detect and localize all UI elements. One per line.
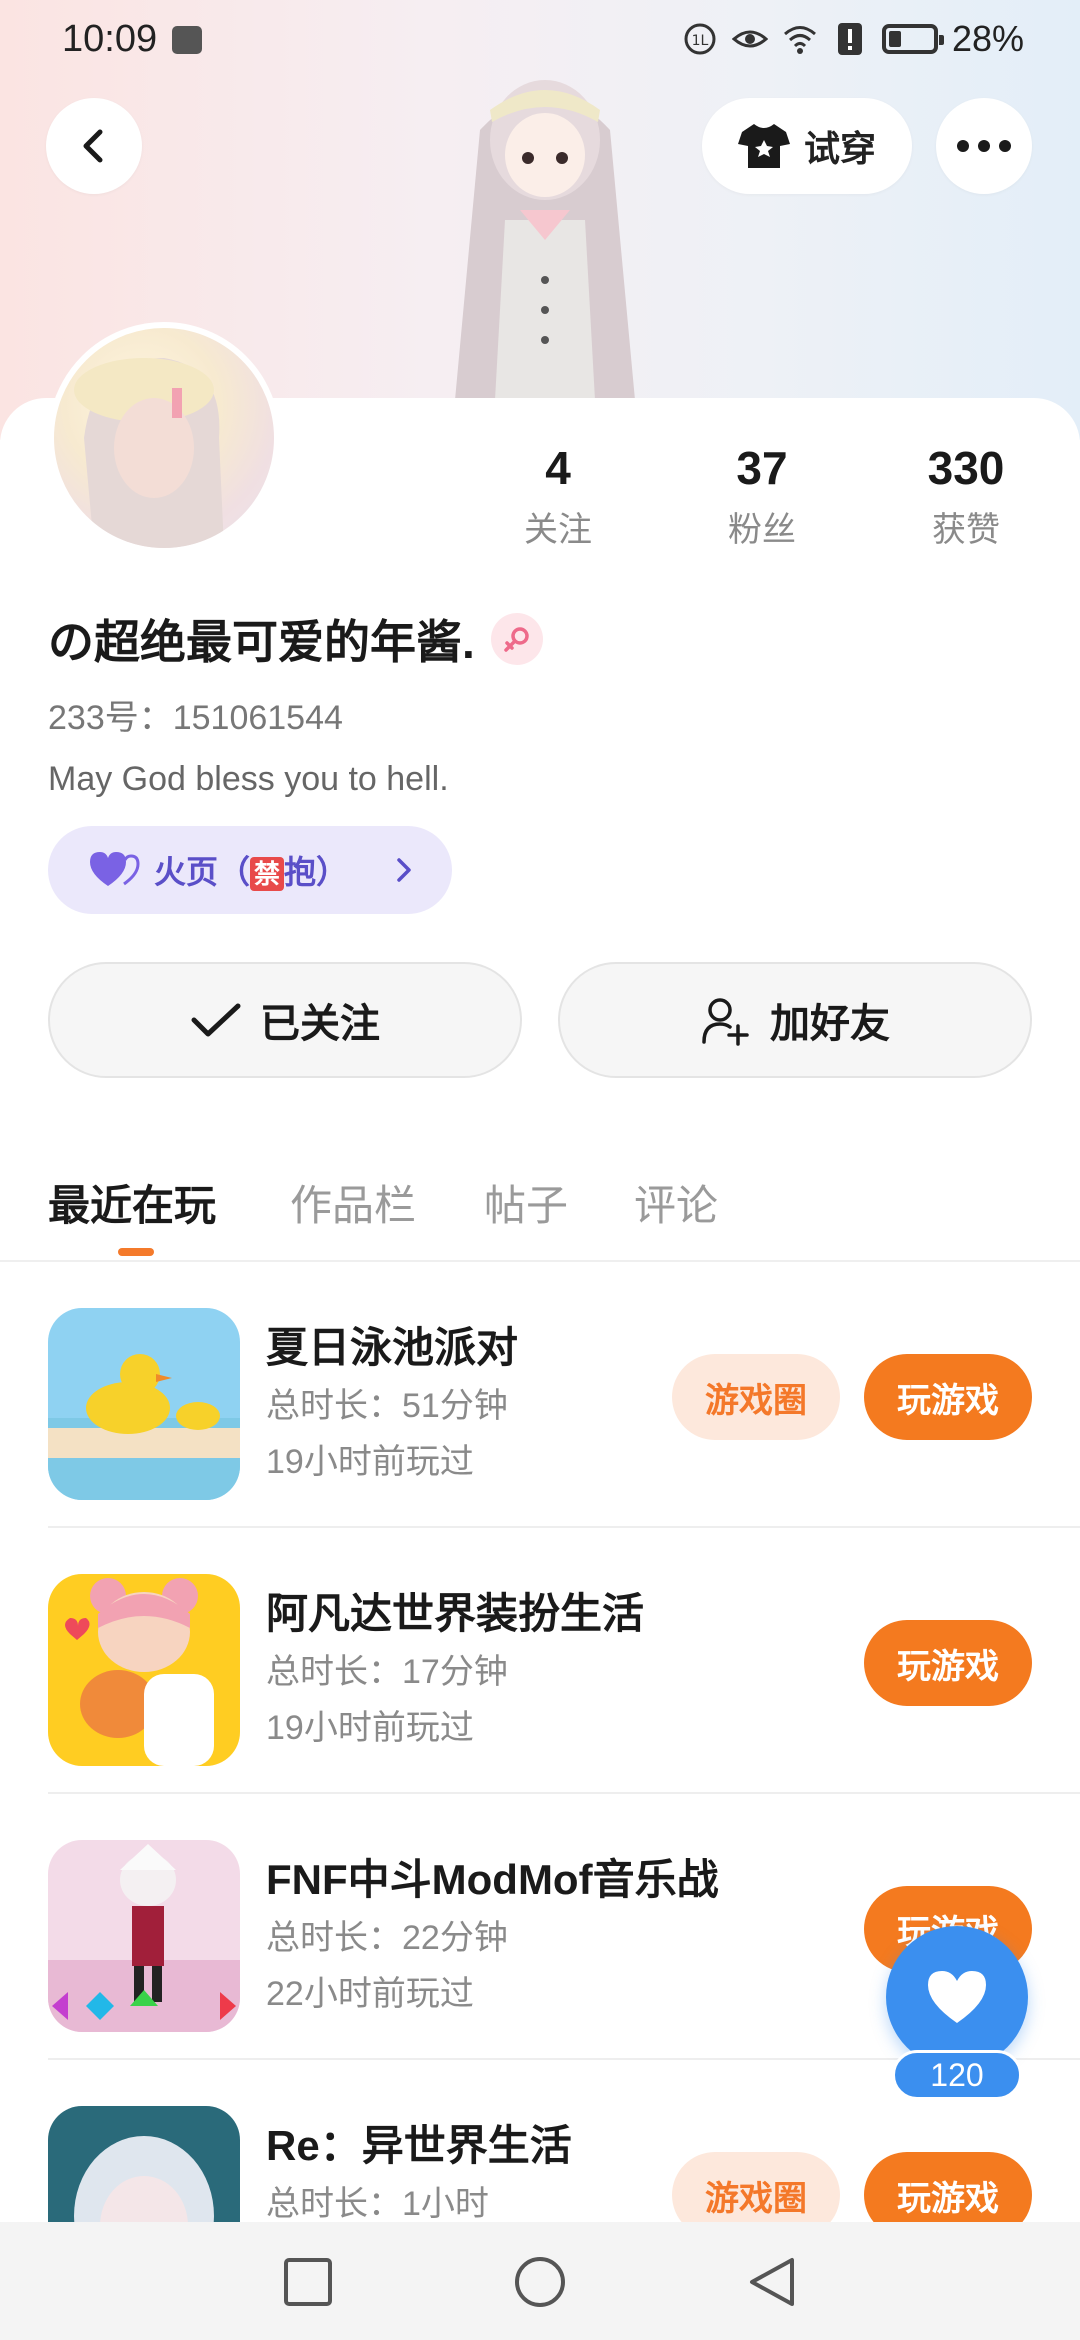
game-duration: 总时长：51分钟 bbox=[266, 1387, 508, 1425]
game-duration: 总时长：22分钟 bbox=[266, 1919, 508, 1957]
following-label: 已关注 bbox=[260, 1002, 380, 1046]
stat-followers-label: 粉丝 bbox=[728, 511, 796, 549]
back-button[interactable] bbox=[46, 98, 142, 194]
battery-percent: 28% bbox=[951, 18, 1024, 59]
checkmark-icon bbox=[191, 1003, 241, 1037]
game-last-played: 19小时前玩过 bbox=[266, 1443, 474, 1481]
back-nav-icon[interactable] bbox=[744, 2254, 800, 2310]
username-row: の超绝最可爱的年酱. bbox=[48, 606, 543, 672]
recent-apps-icon[interactable] bbox=[280, 2254, 336, 2310]
active-tab-indicator bbox=[118, 1248, 154, 1256]
female-gender-icon bbox=[490, 613, 543, 665]
stat-following-value: 4 bbox=[545, 442, 571, 494]
user-bio: May God bless you to hell. bbox=[48, 760, 449, 798]
tshirt-icon bbox=[737, 124, 790, 168]
following-button[interactable]: 已关注 bbox=[48, 962, 522, 1078]
game-icon-summer-pool bbox=[48, 1308, 240, 1500]
game-icon-fnf bbox=[48, 1840, 240, 2032]
more-dots-icon bbox=[957, 140, 1011, 152]
game-name: 阿凡达世界装扮生活 bbox=[266, 1590, 645, 1637]
like-count-badge: 120 bbox=[892, 2050, 1022, 2100]
user-avatar[interactable] bbox=[48, 322, 280, 554]
eye-comfort-icon bbox=[731, 30, 768, 48]
play-game-button[interactable]: 玩游戏 bbox=[864, 1620, 1032, 1706]
battery-icon bbox=[881, 24, 944, 54]
stat-followers[interactable]: 37 粉丝 bbox=[692, 440, 832, 551]
try-on-label: 试穿 bbox=[803, 128, 876, 169]
game-name: Re：异世界生活 bbox=[266, 2122, 572, 2169]
game-name: FNF中斗ModMof音乐战 bbox=[266, 1856, 719, 1903]
ban-badge: 禁 bbox=[250, 857, 285, 891]
like-button[interactable] bbox=[886, 1926, 1028, 2068]
tab-works[interactable]: 作品栏 bbox=[290, 1172, 416, 1233]
username: の超绝最可爱的年酱. bbox=[48, 616, 475, 668]
stat-following[interactable]: 4 关注 bbox=[488, 440, 628, 551]
status-right-icons: 1L 28% bbox=[682, 18, 1024, 60]
fan-page-label: 火页（禁抱） bbox=[154, 854, 349, 891]
fan-page-button[interactable]: 火页（禁抱） bbox=[48, 826, 452, 914]
game-name: 夏日泳池派对 bbox=[266, 1324, 519, 1371]
heart-icon bbox=[928, 1971, 986, 2023]
stat-following-label: 关注 bbox=[524, 511, 592, 549]
add-friend-label: 加好友 bbox=[770, 1002, 890, 1046]
more-options-button[interactable] bbox=[936, 98, 1032, 194]
play-game-button[interactable]: 玩游戏 bbox=[864, 1354, 1032, 1440]
game-duration: 总时长：1小时 bbox=[266, 2185, 489, 2223]
character-illustration bbox=[455, 80, 635, 400]
add-friend-icon bbox=[702, 998, 749, 1046]
try-on-button[interactable]: 试穿 bbox=[702, 98, 912, 194]
game-duration: 总时长：17分钟 bbox=[266, 1653, 508, 1691]
tab-posts[interactable]: 帖子 bbox=[484, 1172, 568, 1233]
add-friend-button[interactable]: 加好友 bbox=[558, 962, 1032, 1078]
svg-text:1L: 1L bbox=[692, 33, 709, 49]
game-row[interactable]: 夏日泳池派对 总时长：51分钟 19小时前玩过 游戏圈 玩游戏 bbox=[0, 1262, 1080, 1528]
status-bar: 10:09 1L 28% bbox=[0, 0, 1080, 80]
tab-recently-played[interactable]: 最近在玩 bbox=[48, 1172, 216, 1233]
status-time: 10:09 bbox=[62, 18, 158, 60]
game-circle-button[interactable]: 游戏圈 bbox=[672, 1354, 840, 1440]
avatar-illustration bbox=[74, 358, 224, 548]
chevron-right-icon bbox=[397, 858, 411, 882]
stat-followers-value: 37 bbox=[736, 442, 788, 494]
stat-likes-value: 330 bbox=[927, 442, 1005, 494]
chevron-left-icon bbox=[83, 129, 103, 163]
double-heart-icon bbox=[90, 852, 140, 886]
profile-tabs: 最近在玩 作品栏 帖子 评论 bbox=[0, 1160, 1080, 1260]
stat-likes-label: 获赞 bbox=[932, 511, 1000, 549]
stat-likes[interactable]: 330 获赞 bbox=[896, 440, 1036, 551]
system-nav-bar bbox=[0, 2222, 1080, 2340]
brand-badge-icon bbox=[172, 26, 202, 54]
game-last-played: 19小时前玩过 bbox=[266, 1709, 474, 1747]
wifi-icon bbox=[783, 26, 816, 54]
tab-comments[interactable]: 评论 bbox=[634, 1172, 718, 1233]
user-id: 233号：151061544 bbox=[48, 699, 343, 737]
game-row[interactable]: 阿凡达世界装扮生活 总时长：17分钟 19小时前玩过 玩游戏 bbox=[0, 1528, 1080, 1794]
home-icon[interactable] bbox=[512, 2254, 568, 2310]
data-saver-icon: 1L bbox=[684, 23, 716, 55]
alert-icon bbox=[837, 23, 862, 55]
game-last-played: 22小时前玩过 bbox=[266, 1975, 474, 2013]
game-icon-avatar-world bbox=[48, 1574, 240, 1766]
